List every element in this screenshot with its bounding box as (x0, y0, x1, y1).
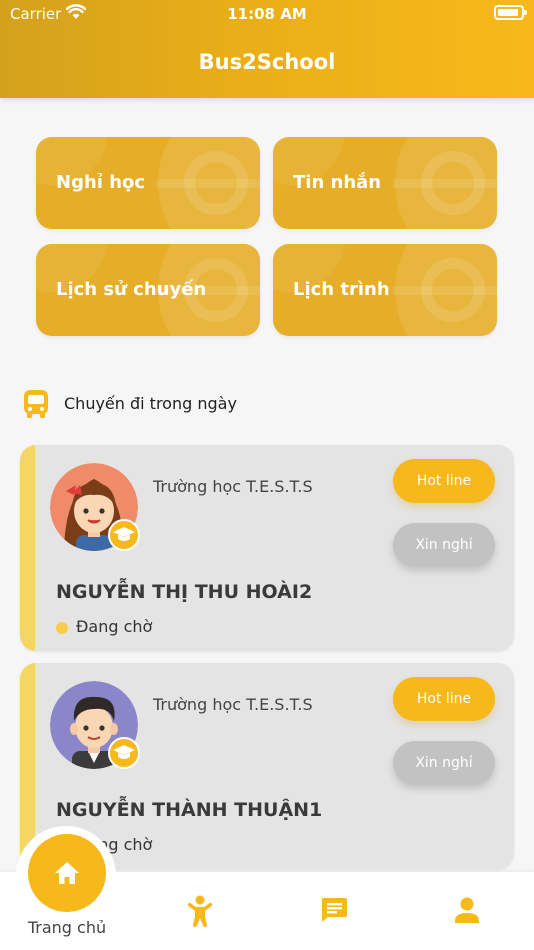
menu-tile-messages[interactable]: Tin nhắn (273, 137, 497, 229)
status-dot (56, 622, 68, 634)
trip-status: Đang chờ (76, 617, 153, 636)
tab-home-label: Trang chủ (27, 918, 107, 937)
menu-tile-label: Tin nhắn (293, 172, 382, 193)
user-icon (455, 897, 479, 923)
tab-home[interactable] (28, 834, 106, 912)
chat-icon (322, 898, 347, 922)
request-leave-button[interactable]: Xin nghỉ (393, 741, 495, 785)
bus-icon (24, 390, 48, 418)
tab-messages[interactable] (319, 895, 349, 925)
page-title: Bus2School (198, 50, 336, 74)
hotline-button[interactable]: Hot line (393, 459, 495, 503)
menu-tile-leave[interactable]: Nghỉ học (36, 137, 260, 229)
menu-tile-label: Nghỉ học (56, 172, 146, 193)
menu-tile-label: Lịch trình (293, 279, 390, 300)
hotline-button[interactable]: Hot line (393, 677, 495, 721)
student-name: NGUYỄN THỊ THU HOÀI2 (56, 581, 313, 603)
menu-tile-label: Lịch sử chuyến (56, 279, 207, 300)
menu-tile-schedule[interactable]: Lịch trình (273, 244, 497, 336)
student-name: NGUYỄN THÀNH THUẬN1 (56, 799, 323, 821)
tab-profile[interactable] (453, 895, 481, 925)
school-name: Trường học T.E.S.T.S (153, 477, 313, 496)
school-name: Trường học T.E.S.T.S (153, 695, 313, 714)
clock-time: 11:08 AM (227, 5, 307, 23)
card-accent (20, 445, 35, 651)
graduation-cap-icon (108, 519, 140, 551)
child-icon (187, 895, 213, 927)
app-header: Carrier 11:08 AM Bus2School (0, 0, 534, 98)
section-title: Chuyến đi trong ngày (64, 394, 237, 413)
menu-tile-trip-history[interactable]: Lịch sử chuyến (36, 244, 260, 336)
request-leave-button[interactable]: Xin nghỉ (393, 523, 495, 567)
graduation-cap-icon (108, 737, 140, 769)
trip-card[interactable]: Trường học T.E.S.T.S Hot line Xin nghỉ N… (20, 445, 514, 651)
battery-icon (494, 5, 527, 20)
home-icon (55, 862, 79, 884)
tab-student-activity[interactable] (185, 895, 215, 927)
status-bar: Carrier 11:08 AM (0, 0, 534, 28)
